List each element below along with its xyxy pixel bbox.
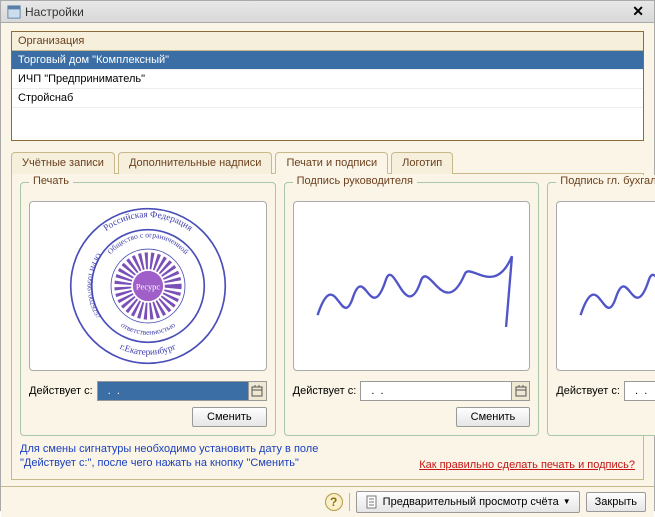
preview-label: Предварительный просмотр счёта bbox=[383, 496, 559, 508]
accountant-valid-label: Действует с: bbox=[556, 385, 620, 397]
organization-row[interactable]: ИЧП "Предприниматель" bbox=[12, 70, 643, 89]
svg-text:Общество с ограниченной: Общество с ограниченной bbox=[105, 230, 190, 256]
stamp-image[interactable]: Российская Федерация г.Екатеринбург Обще… bbox=[29, 201, 267, 371]
accountant-btn-row: Сменить bbox=[556, 407, 655, 427]
signature-svg bbox=[294, 215, 530, 356]
director-legend: Подпись руководителя bbox=[293, 175, 417, 187]
close-button[interactable]: Закрыть bbox=[586, 492, 646, 512]
director-date-row: Действует с: bbox=[293, 381, 531, 401]
stamp-svg: Российская Федерация г.Екатеринбург Обще… bbox=[64, 202, 232, 370]
accountant-legend: Подпись гл. бухгалтера bbox=[556, 175, 655, 187]
footer-hints: Для смены сигнатуры необходимо установит… bbox=[20, 442, 635, 471]
signature-groups: Печать bbox=[20, 182, 635, 436]
director-change-button[interactable]: Сменить bbox=[456, 407, 531, 427]
settings-window: Настройки ✕ Организация Торговый дом "Ко… bbox=[0, 0, 655, 511]
hint-text: Для смены сигнатуры необходимо установит… bbox=[20, 442, 340, 471]
director-date-input[interactable] bbox=[361, 382, 511, 400]
stamp-group: Печать bbox=[20, 182, 276, 436]
close-icon[interactable]: ✕ bbox=[628, 3, 648, 20]
content-area: Организация Торговый дом "Комплексный" И… bbox=[1, 23, 654, 486]
tab-panel: Печать bbox=[11, 174, 644, 480]
accountant-date-row: Действует с: bbox=[556, 381, 655, 401]
director-date-wrap bbox=[360, 381, 530, 401]
svg-text:ОГРН 1096670029257: ОГРН 1096670029257 bbox=[85, 252, 103, 321]
stamp-change-button[interactable]: Сменить bbox=[192, 407, 267, 427]
director-signature-group: Подпись руководителя Действует с: bbox=[284, 182, 540, 436]
tab-strip: Учётные записи Дополнительные надписи Пе… bbox=[11, 151, 644, 174]
stamp-date-row: Действует с: bbox=[29, 381, 267, 401]
organization-row[interactable]: Стройснаб bbox=[12, 89, 643, 108]
organization-table: Организация Торговый дом "Комплексный" И… bbox=[11, 31, 644, 141]
svg-text:г.Екатеринбург: г.Екатеринбург bbox=[118, 341, 177, 357]
tab-logo[interactable]: Логотип bbox=[391, 152, 453, 174]
window-title: Настройки bbox=[25, 5, 628, 19]
director-valid-label: Действует с: bbox=[293, 385, 357, 397]
signature-svg bbox=[557, 215, 655, 356]
preview-invoice-button[interactable]: Предварительный просмотр счёта ▼ bbox=[356, 491, 580, 513]
accountant-date-input[interactable] bbox=[625, 382, 655, 400]
bottom-bar: ? Предварительный просмотр счёта ▼ Закры… bbox=[1, 486, 654, 517]
tab-accounts[interactable]: Учётные записи bbox=[11, 152, 115, 174]
accountant-date-wrap bbox=[624, 381, 655, 401]
title-bar: Настройки ✕ bbox=[1, 1, 654, 23]
stamp-legend: Печать bbox=[29, 175, 73, 187]
director-btn-row: Сменить bbox=[293, 407, 531, 427]
separator bbox=[349, 493, 350, 511]
stamp-date-wrap bbox=[97, 381, 267, 401]
close-label: Закрыть bbox=[595, 496, 637, 508]
chevron-down-icon: ▼ bbox=[563, 497, 571, 506]
tab-additional-inscriptions[interactable]: Дополнительные надписи bbox=[118, 152, 273, 174]
window-icon bbox=[7, 5, 21, 19]
calendar-icon[interactable] bbox=[248, 382, 266, 400]
svg-text:Ресурс: Ресурс bbox=[136, 282, 160, 291]
help-icon[interactable]: ? bbox=[325, 493, 343, 511]
stamp-valid-label: Действует с: bbox=[29, 385, 93, 397]
organization-header: Организация bbox=[12, 32, 643, 51]
accountant-signature-image[interactable] bbox=[556, 201, 655, 371]
director-signature-image[interactable] bbox=[293, 201, 531, 371]
stamp-date-input[interactable] bbox=[98, 382, 248, 400]
organization-row[interactable]: Торговый дом "Комплексный" bbox=[12, 51, 643, 70]
calendar-icon[interactable] bbox=[511, 382, 529, 400]
accountant-signature-group: Подпись гл. бухгалтера Действует с: bbox=[547, 182, 655, 436]
tab-stamps-and-signatures[interactable]: Печати и подписи bbox=[275, 152, 388, 174]
hint-link[interactable]: Как правильно сделать печать и подпись? bbox=[419, 459, 635, 471]
stamp-btn-row: Сменить bbox=[29, 407, 267, 427]
document-icon bbox=[365, 495, 379, 509]
